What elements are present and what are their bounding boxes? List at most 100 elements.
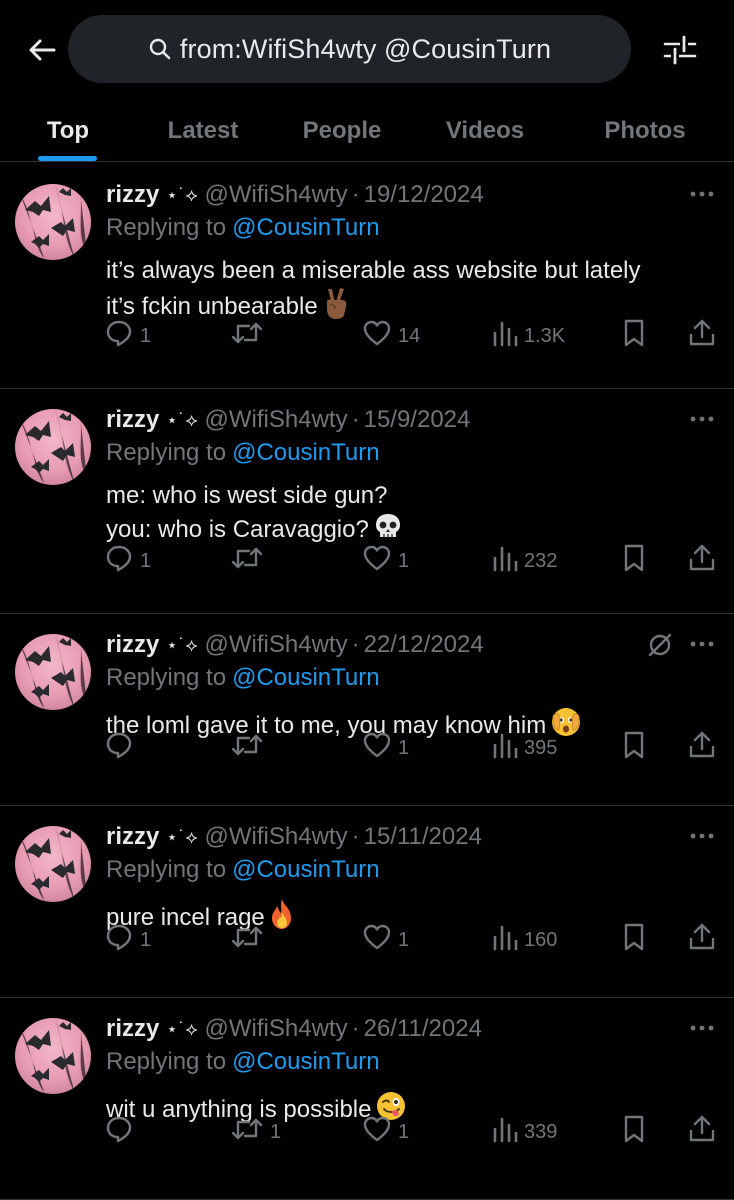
display-name[interactable]: rizzy — [106, 181, 159, 209]
retweet-icon — [230, 1114, 264, 1150]
more-options-button[interactable] — [686, 634, 718, 654]
like-button[interactable]: 1 — [362, 543, 409, 579]
replying-to: Replying to @CousinTurn — [106, 437, 380, 469]
tab-people[interactable]: People — [288, 100, 396, 162]
share-button[interactable] — [688, 543, 716, 579]
like-button[interactable]: 1 — [362, 1114, 409, 1150]
like-count: 14 — [398, 324, 421, 347]
handle[interactable]: @WifiSh4wty — [205, 406, 348, 434]
share-button[interactable] — [688, 730, 716, 766]
retweet-button[interactable] — [230, 730, 270, 766]
views-button[interactable]: 232 — [492, 543, 557, 579]
avatar[interactable] — [15, 184, 91, 260]
tweet-date[interactable]: 22/12/2024 — [364, 631, 484, 659]
retweet-button[interactable] — [230, 543, 270, 579]
reply-button[interactable]: 1 — [104, 318, 151, 354]
tweet-date[interactable]: 26/11/2024 — [364, 1015, 482, 1043]
share-button[interactable] — [688, 1114, 716, 1150]
display-name[interactable]: rizzy — [106, 631, 159, 659]
share-icon — [688, 318, 716, 354]
display-name[interactable]: rizzy — [106, 823, 159, 851]
retweet-button[interactable] — [230, 922, 270, 958]
replying-to-label: Replying to — [106, 439, 227, 466]
share-button[interactable] — [688, 318, 716, 354]
tweet-actions: 1 1 232 — [0, 543, 734, 579]
search-filter-button[interactable] — [660, 30, 700, 70]
bookmark-button[interactable] — [622, 1114, 646, 1150]
view-count: 1.3K — [524, 324, 566, 347]
separator: · — [351, 823, 360, 850]
reply-mention-link[interactable]: @CousinTurn — [232, 1048, 380, 1076]
reply-button[interactable]: 1 — [104, 543, 151, 579]
reply-button[interactable]: 1 — [104, 922, 151, 958]
reply-button[interactable] — [104, 730, 140, 766]
avatar[interactable] — [15, 826, 91, 902]
tab-videos[interactable]: Videos — [430, 100, 540, 162]
tweet-header: rizzy ⋆˙⟡ @WifiSh4wty · 15/9/2024 — [106, 403, 470, 437]
reply-mention-link[interactable]: @CousinTurn — [232, 664, 380, 692]
view-count: 395 — [524, 736, 558, 759]
reply-mention-link[interactable]: @CousinTurn — [232, 214, 380, 242]
like-button[interactable]: 1 — [362, 730, 409, 766]
more-options-button[interactable] — [686, 1018, 718, 1038]
tweet-header: rizzy ⋆˙⟡ @WifiSh4wty · 22/12/2024 — [106, 628, 484, 662]
bookmark-button[interactable] — [622, 922, 646, 958]
tweet-date[interactable]: 19/12/2024 — [364, 181, 484, 209]
avatar[interactable] — [15, 634, 91, 710]
tab-latest[interactable]: Latest — [150, 100, 256, 162]
view-count: 339 — [524, 1120, 558, 1143]
handle[interactable]: @WifiSh4wty — [205, 181, 348, 209]
tweet-date[interactable]: 15/11/2024 — [364, 823, 482, 851]
like-button[interactable]: 1 — [362, 922, 409, 958]
reply-button[interactable] — [104, 1114, 140, 1150]
tweet-text-block: me: who is west side gun? you: who is Ca… — [106, 479, 706, 551]
share-button[interactable] — [688, 922, 716, 958]
reply-mention-link[interactable]: @CousinTurn — [232, 856, 380, 884]
like-button[interactable]: 14 — [362, 318, 420, 354]
name-decoration: ⋆˙⟡ — [166, 634, 199, 655]
retweet-icon — [230, 730, 264, 766]
more-options-button[interactable] — [686, 184, 718, 204]
display-name[interactable]: rizzy — [106, 1015, 159, 1043]
views-button[interactable]: 339 — [492, 1114, 557, 1150]
tweet[interactable]: rizzy ⋆˙⟡ @WifiSh4wty · 19/12/2024 Reply… — [0, 164, 734, 389]
avatar[interactable] — [15, 409, 91, 485]
avatar[interactable] — [15, 1018, 91, 1094]
tweet[interactable]: rizzy ⋆˙⟡ @WifiSh4wty · 15/9/2024 Replyi… — [0, 389, 734, 614]
separator: · — [351, 631, 360, 658]
handle[interactable]: @WifiSh4wty — [205, 631, 348, 659]
view-count: 160 — [524, 928, 558, 951]
handle[interactable]: @WifiSh4wty — [205, 1015, 348, 1043]
bookmark-button[interactable] — [622, 543, 646, 579]
more-options-button[interactable] — [686, 409, 718, 429]
name-decoration: ⋆˙⟡ — [166, 1018, 199, 1039]
reply-mention-link[interactable]: @CousinTurn — [232, 439, 380, 467]
tweet[interactable]: rizzy ⋆˙⟡ @WifiSh4wty · 22/12/2024 Reply… — [0, 614, 734, 806]
views-button[interactable]: 160 — [492, 922, 557, 958]
share-icon — [688, 730, 716, 766]
bookmark-button[interactable] — [622, 730, 646, 766]
views-icon — [492, 544, 518, 578]
tweet-date[interactable]: 15/9/2024 — [364, 406, 471, 434]
views-button[interactable]: 395 — [492, 730, 557, 766]
search-input[interactable]: from:WifiSh4wty @CousinTurn — [68, 15, 631, 83]
views-button[interactable]: 1.3K — [492, 318, 565, 354]
tweet[interactable]: rizzy ⋆˙⟡ @WifiSh4wty · 15/11/2024 Reply… — [0, 806, 734, 998]
back-button[interactable] — [22, 30, 62, 70]
tab-photos[interactable]: Photos — [590, 100, 700, 162]
handle[interactable]: @WifiSh4wty — [205, 823, 348, 851]
retweet-button[interactable] — [230, 318, 270, 354]
search-icon — [148, 36, 174, 62]
search-tabs: Top Latest People Videos Photos — [0, 100, 734, 162]
tweet[interactable]: rizzy ⋆˙⟡ @WifiSh4wty · 26/11/2024 Reply… — [0, 998, 734, 1200]
more-options-button[interactable] — [686, 826, 718, 846]
more-icon — [689, 827, 715, 845]
tab-top[interactable]: Top — [18, 100, 118, 162]
display-name[interactable]: rizzy — [106, 406, 159, 434]
retweet-button[interactable]: 1 — [230, 1114, 281, 1150]
reply-count: 1 — [140, 928, 152, 951]
tweet-actions: 1 395 — [0, 730, 734, 766]
bookmark-button[interactable] — [622, 318, 646, 354]
share-icon — [688, 543, 716, 579]
bookmark-icon — [622, 318, 646, 354]
